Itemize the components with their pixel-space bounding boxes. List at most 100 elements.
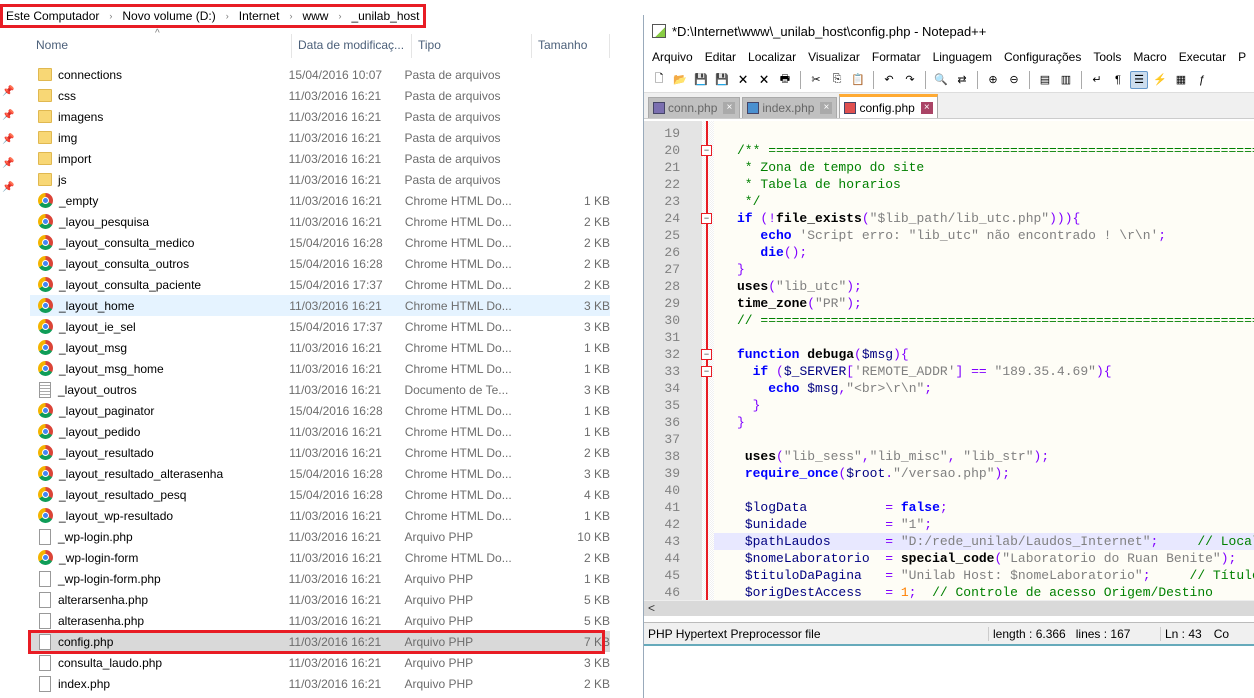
- paste-icon[interactable]: 📋: [849, 71, 867, 89]
- tab-conn-php[interactable]: conn.php ×: [648, 97, 741, 118]
- file-date: 15/04/2016 16:28: [289, 256, 383, 271]
- menu-executar[interactable]: Executar: [1173, 50, 1232, 64]
- tab-config-php[interactable]: config.php ×: [839, 94, 938, 118]
- line-number: 25: [664, 228, 680, 243]
- sync-horizontal-icon[interactable]: ▥: [1057, 71, 1075, 89]
- file-type: Chrome HTML Do...: [404, 361, 512, 376]
- code-token: ;: [1142, 568, 1151, 583]
- code-editor[interactable]: 19 20 − /** ===============================…: [644, 121, 1254, 600]
- new-file-icon[interactable]: 🗋: [650, 71, 668, 89]
- file-row[interactable]: _layout_consulta_paciente 15/04/2016 17:3…: [30, 274, 610, 295]
- breadcrumb[interactable]: Este Computador › Novo volume (D:) › Interne…: [0, 4, 426, 28]
- print-icon[interactable]: 🖶: [776, 71, 794, 89]
- sync-vertical-icon[interactable]: ▤: [1036, 71, 1054, 89]
- cut-icon[interactable]: ✂: [807, 71, 825, 89]
- file-row[interactable]: _layout_consulta_medico 15/04/2016 16:28 C…: [30, 232, 610, 253]
- file-row[interactable]: imagens 11/03/2016 16:21 Pasta de arquivos: [30, 106, 610, 127]
- breadcrumb-item[interactable]: www: [302, 9, 328, 23]
- menu-arquivo[interactable]: Arquivo: [646, 50, 699, 64]
- show-all-chars-icon[interactable]: ¶: [1109, 71, 1127, 89]
- file-row[interactable]: js 11/03/2016 16:21 Pasta de arquivos: [30, 169, 610, 190]
- file-row[interactable]: connections 15/04/2016 10:07 Pasta de arqu…: [30, 64, 610, 85]
- breadcrumb-item[interactable]: Este Computador: [6, 9, 99, 23]
- file-row[interactable]: index.php 11/03/2016 16:21 Arquivo PHP 2 KB: [30, 673, 610, 694]
- menu-tools[interactable]: Tools: [1087, 50, 1127, 64]
- file-row[interactable]: _layout_resultado_pesq 15/04/2016 16:28 Ch…: [30, 484, 610, 505]
- horizontal-scrollbar[interactable]: <: [644, 600, 1254, 616]
- fold-toggle-icon[interactable]: −: [701, 349, 712, 360]
- file-row[interactable]: import 11/03/2016 16:21 Pasta de arquivos: [30, 148, 610, 169]
- file-type: Chrome HTML Do...: [404, 445, 512, 460]
- file-row[interactable]: _layou_pesquisa 11/03/2016 16:21 Chrome HT…: [30, 211, 610, 232]
- file-row[interactable]: alterasenha.php 11/03/2016 16:21 Arquivo P…: [30, 610, 610, 631]
- close-all-icon[interactable]: 🗙: [755, 71, 773, 89]
- file-row[interactable]: css 11/03/2016 16:21 Pasta de arquivos: [30, 85, 610, 106]
- zoom-out-icon[interactable]: ⊖: [1005, 71, 1023, 89]
- undo-icon[interactable]: ↶: [880, 71, 898, 89]
- find-icon[interactable]: 🔍: [932, 71, 950, 89]
- menu-formatar[interactable]: Formatar: [866, 50, 927, 64]
- file-row[interactable]: _empty 11/03/2016 16:21 Chrome HTML Do... 1…: [30, 190, 610, 211]
- doc-map-icon[interactable]: ▦: [1172, 71, 1190, 89]
- open-file-icon[interactable]: 📂: [671, 71, 689, 89]
- file-name: alterasenha.php: [58, 613, 145, 628]
- code-token: "<br>\r\n": [846, 381, 925, 396]
- column-date[interactable]: Data de modificaç...: [292, 34, 412, 58]
- column-name[interactable]: Nome: [30, 34, 292, 58]
- breadcrumb-item[interactable]: Novo volume (D:): [122, 9, 215, 23]
- close-icon[interactable]: 🗙: [734, 71, 752, 89]
- copy-icon[interactable]: ⎘: [828, 71, 846, 89]
- file-row[interactable]: _layout_msg 11/03/2016 16:21 Chrome HTML D…: [30, 337, 610, 358]
- code-text: */: [737, 193, 1254, 210]
- close-tab-icon[interactable]: ×: [723, 102, 736, 114]
- breadcrumb-item[interactable]: Internet: [239, 9, 280, 23]
- menu-visualizar[interactable]: Visualizar: [802, 50, 866, 64]
- file-row[interactable]: _layout_consulta_outros 15/04/2016 16:28 C…: [30, 253, 610, 274]
- file-row[interactable]: _layout_paginator 15/04/2016 16:28 Chrome …: [30, 400, 610, 421]
- file-row[interactable]: img 11/03/2016 16:21 Pasta de arquivos: [30, 127, 610, 148]
- menu-configurações[interactable]: Configurações: [998, 50, 1087, 64]
- close-tab-icon[interactable]: ×: [920, 101, 933, 114]
- replace-icon[interactable]: ⇄: [953, 71, 971, 89]
- file-row[interactable]: _wp-login-form 11/03/2016 16:21 Chrome HTM…: [30, 547, 610, 568]
- file-row[interactable]: _layout_wp-resultado 11/03/2016 16:21 Chro…: [30, 505, 610, 526]
- close-tab-icon[interactable]: ×: [820, 102, 833, 114]
- file-row[interactable]: _wp-login.php 11/03/2016 16:21 Arquivo PHP…: [30, 526, 610, 547]
- file-row[interactable]: _layout_resultado 11/03/2016 16:21 Chrome …: [30, 442, 610, 463]
- breadcrumb-item[interactable]: _unilab_host: [351, 9, 419, 23]
- file-row[interactable]: _layout_pedido 11/03/2016 16:21 Chrome HTM…: [30, 421, 610, 442]
- fold-toggle-icon[interactable]: −: [701, 145, 712, 156]
- file-row[interactable]: consulta_laudo.php 11/03/2016 16:21 Arquiv…: [30, 652, 610, 673]
- function-list-icon[interactable]: ƒ: [1193, 71, 1211, 89]
- fold-toggle-icon[interactable]: −: [701, 366, 712, 377]
- zoom-in-icon[interactable]: ⊕: [984, 71, 1002, 89]
- tab-index-php[interactable]: index.php ×: [742, 97, 838, 118]
- udl-icon[interactable]: ⚡: [1151, 71, 1169, 89]
- file-row[interactable]: _layout_outros 11/03/2016 16:21 Documento …: [30, 379, 610, 400]
- code-text: * Tabela de horarios: [737, 176, 1254, 193]
- save-all-icon[interactable]: 💾: [713, 71, 731, 89]
- word-wrap-icon[interactable]: ↵: [1088, 71, 1106, 89]
- save-icon[interactable]: 💾: [692, 71, 710, 89]
- file-row[interactable]: _layout_msg_home 11/03/2016 16:21 Chrome H…: [30, 358, 610, 379]
- menu-editar[interactable]: Editar: [699, 50, 742, 64]
- toolbar: 🗋 📂 💾 💾 🗙 🗙 🖶 ✂ ⎘ 📋 ↶ ↷ 🔍 ⇄ ⊕ ⊖ ▤ ▥ ↵ ¶ ☰ ⚡ ▦ ƒ: [644, 67, 1254, 93]
- column-type[interactable]: Tipo: [412, 34, 532, 58]
- file-row[interactable]: _layout_resultado_alterasenha 15/04/2016 …: [30, 463, 610, 484]
- redo-icon[interactable]: ↷: [901, 71, 919, 89]
- file-row[interactable]: _layout_home 11/03/2016 16:21 Chrome HTML …: [30, 295, 610, 316]
- column-size[interactable]: Tamanho: [532, 34, 610, 58]
- file-row[interactable]: _layout_ie_sel 15/04/2016 17:37 Chrome HTM…: [30, 316, 610, 337]
- fold-toggle-icon[interactable]: −: [701, 213, 712, 224]
- file-name: _layout_msg: [59, 340, 128, 355]
- menu-linguagem[interactable]: Linguagem: [927, 50, 998, 64]
- file-row[interactable]: _wp-login-form.php 11/03/2016 16:21 Arquiv…: [30, 568, 610, 589]
- file-row[interactable]: alterarsenha.php 11/03/2016 16:21 Arquivo …: [30, 589, 610, 610]
- menu-macro[interactable]: Macro: [1127, 50, 1172, 64]
- menu-p[interactable]: P: [1232, 50, 1252, 64]
- menu-localizar[interactable]: Localizar: [742, 50, 802, 64]
- scroll-left-icon[interactable]: <: [648, 601, 655, 615]
- code-text: }: [737, 261, 1254, 278]
- indent-guide-icon[interactable]: ☰: [1130, 70, 1148, 89]
